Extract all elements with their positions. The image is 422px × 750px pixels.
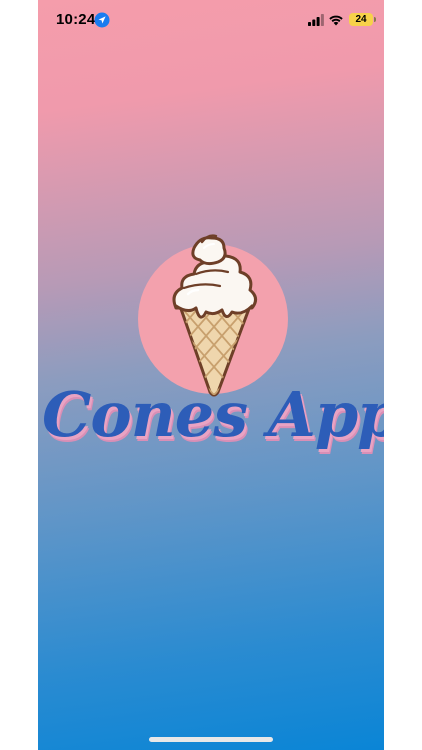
- status-bar: 10:24 24: [38, 0, 384, 44]
- home-indicator[interactable]: [149, 737, 273, 742]
- ice-cream-cone-icon: [172, 234, 257, 397]
- location-arrow-icon: [94, 12, 110, 28]
- splash-screen: 10:24 24 Cones App: [38, 0, 384, 750]
- cellular-signal-icon: [308, 14, 324, 26]
- status-time: 10:24: [56, 11, 96, 28]
- battery-icon: 24: [349, 13, 373, 26]
- wifi-icon: [329, 15, 343, 26]
- battery-level: 24: [355, 14, 367, 25]
- app-title: Cones App: [42, 378, 384, 451]
- battery-cap: [374, 17, 376, 22]
